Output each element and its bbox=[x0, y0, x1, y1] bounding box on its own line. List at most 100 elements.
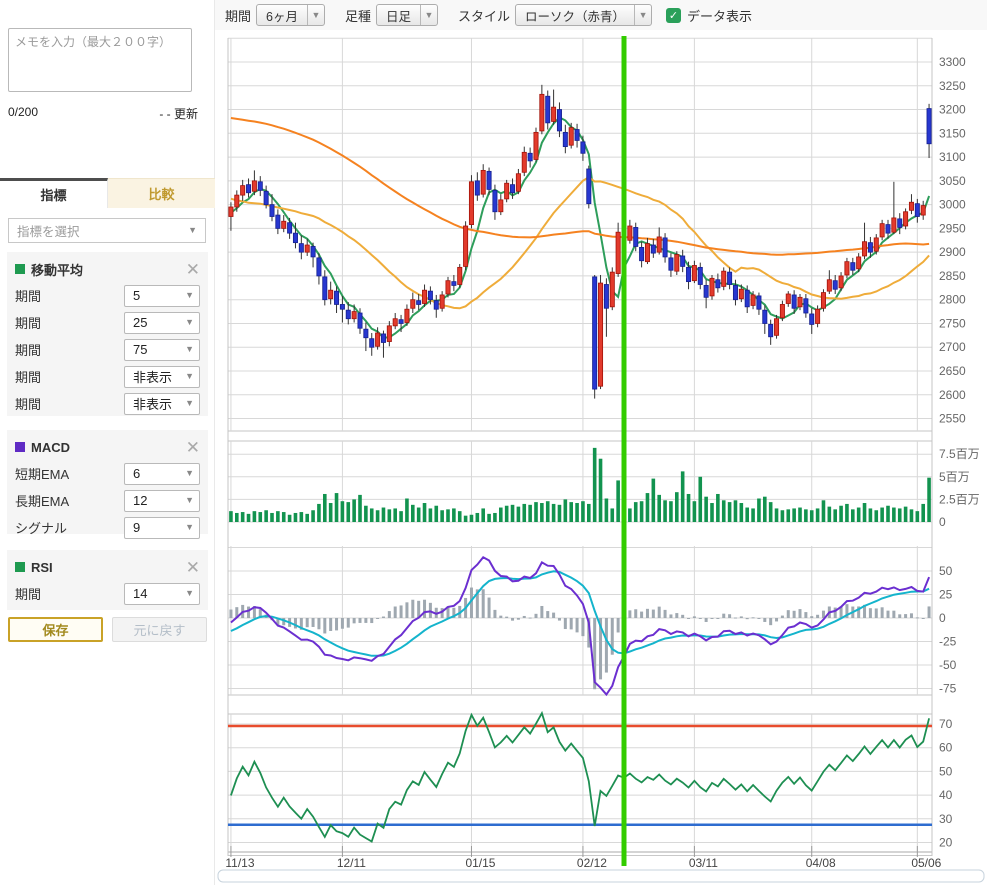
ma-period-1-select[interactable]: 5 ▼ bbox=[124, 285, 200, 307]
macd-histogram bbox=[229, 588, 930, 690]
ma-period-row-5: 期間 非表示 ▼ bbox=[15, 390, 200, 417]
chevron-down-icon: ▼ bbox=[185, 469, 194, 478]
svg-text:05/06: 05/06 bbox=[911, 856, 941, 870]
chart-toolbar: 期間 6ヶ月 ▼ 足種 日足 ▼ スタイル ローソク（赤青） ▼ ✓ データ表示 bbox=[215, 0, 987, 30]
rsi-period-row: 期間 14 ▼ bbox=[15, 580, 200, 607]
memo-update-link[interactable]: - - 更新 bbox=[159, 105, 198, 122]
svg-text:3150: 3150 bbox=[939, 126, 966, 140]
sidebar-tabs: 指標 比較 bbox=[0, 178, 215, 208]
memo-meta: 0/200 - - 更新 bbox=[8, 105, 198, 122]
svg-text:03/11: 03/11 bbox=[689, 856, 718, 870]
select-value: 12 bbox=[125, 493, 185, 508]
svg-text:2750: 2750 bbox=[939, 316, 966, 330]
svg-text:60: 60 bbox=[939, 741, 953, 755]
style-value: ローソク（赤青） bbox=[516, 6, 634, 25]
chevron-down-icon: ▼ bbox=[185, 523, 194, 532]
svg-text:3250: 3250 bbox=[939, 79, 966, 93]
svg-text:2550: 2550 bbox=[939, 412, 966, 426]
select-value: 75 bbox=[125, 342, 185, 357]
candles bbox=[229, 85, 931, 399]
chart-region: 期間 6ヶ月 ▼ 足種 日足 ▼ スタイル ローソク（赤青） ▼ ✓ データ表示… bbox=[215, 0, 987, 885]
bartype-value: 日足 bbox=[377, 6, 420, 25]
period-value: 6ヶ月 bbox=[257, 6, 307, 25]
range-scrollbar[interactable] bbox=[218, 870, 984, 882]
sidebar: 0/200 - - 更新 指標 比較 指標を選択 ▼ 移動平均 ✕ 期間 bbox=[0, 0, 215, 885]
svg-text:01/15: 01/15 bbox=[465, 856, 495, 870]
chevron-down-icon: ▼ bbox=[185, 318, 194, 327]
close-icon[interactable]: ✕ bbox=[186, 439, 200, 456]
bartype-dropdown[interactable]: 日足 ▼ bbox=[376, 4, 438, 26]
svg-text:11/13: 11/13 bbox=[225, 856, 254, 870]
close-icon[interactable]: ✕ bbox=[186, 261, 200, 278]
select-value: 5 bbox=[125, 288, 185, 303]
save-button[interactable]: 保存 bbox=[8, 617, 103, 642]
chevron-down-icon[interactable]: ▼ bbox=[634, 5, 651, 25]
period-label: 期間 bbox=[225, 6, 251, 25]
select-value: 6 bbox=[125, 466, 185, 481]
ma-period-5-select[interactable]: 非表示 ▼ bbox=[124, 393, 200, 415]
section-moving-average-header: 移動平均 ✕ bbox=[15, 256, 200, 282]
param-label: 期間 bbox=[15, 584, 41, 603]
indicator-select[interactable]: 指標を選択 ▼ bbox=[8, 218, 206, 243]
svg-text:2700: 2700 bbox=[939, 340, 966, 354]
svg-text:2800: 2800 bbox=[939, 293, 966, 307]
macd-slow-select[interactable]: 12 ▼ bbox=[124, 490, 200, 512]
svg-text:-50: -50 bbox=[939, 658, 957, 672]
period-dropdown[interactable]: 6ヶ月 ▼ bbox=[256, 4, 325, 26]
memo-input[interactable] bbox=[8, 28, 192, 92]
svg-text:40: 40 bbox=[939, 788, 953, 802]
param-label: 短期EMA bbox=[15, 464, 69, 483]
ma25-line bbox=[231, 177, 929, 308]
ma-period-row-3: 期間 75 ▼ bbox=[15, 336, 200, 363]
svg-text:5百万: 5百万 bbox=[939, 470, 970, 484]
ma-period-row-4: 期間 非表示 ▼ bbox=[15, 363, 200, 390]
svg-text:25: 25 bbox=[939, 588, 953, 602]
svg-text:3200: 3200 bbox=[939, 103, 966, 117]
macd-fast-select[interactable]: 6 ▼ bbox=[124, 463, 200, 485]
rsi-period-select[interactable]: 14 ▼ bbox=[124, 583, 200, 605]
svg-text:04/08: 04/08 bbox=[806, 856, 836, 870]
chevron-down-icon[interactable]: ▼ bbox=[420, 5, 437, 25]
chevron-down-icon: ▼ bbox=[185, 496, 194, 505]
close-icon[interactable]: ✕ bbox=[186, 559, 200, 576]
ma-period-4-select[interactable]: 非表示 ▼ bbox=[124, 366, 200, 388]
sidebar-buttons: 保存 元に戻す bbox=[8, 617, 207, 642]
select-value: 非表示 bbox=[125, 367, 185, 386]
section-moving-average: 移動平均 ✕ 期間 5 ▼ 期間 25 ▼ 期間 75 bbox=[7, 252, 208, 416]
data-display-checkbox[interactable]: ✓ bbox=[666, 8, 681, 23]
svg-text:02/12: 02/12 bbox=[577, 856, 607, 870]
param-label: 期間 bbox=[15, 340, 41, 359]
svg-text:2900: 2900 bbox=[939, 245, 966, 259]
stock-chart[interactable]: 3300325032003150310030503000295029002850… bbox=[215, 30, 987, 885]
svg-text:2850: 2850 bbox=[939, 269, 966, 283]
macd-signal-select[interactable]: 9 ▼ bbox=[124, 517, 200, 539]
select-value: 25 bbox=[125, 315, 185, 330]
tab-compare[interactable]: 比較 bbox=[108, 178, 215, 208]
tab-indicators[interactable]: 指標 bbox=[0, 178, 108, 208]
param-label: 期間 bbox=[15, 286, 41, 305]
select-value: 9 bbox=[125, 520, 185, 535]
memo-char-counter: 0/200 bbox=[8, 105, 38, 122]
style-dropdown[interactable]: ローソク（赤青） ▼ bbox=[515, 4, 652, 26]
macd-signal-row: シグナル 9 ▼ bbox=[15, 514, 200, 541]
style-label: スタイル bbox=[458, 6, 510, 25]
ma-period-2-select[interactable]: 25 ▼ bbox=[124, 312, 200, 334]
svg-text:2650: 2650 bbox=[939, 364, 966, 378]
chevron-down-icon: ▼ bbox=[185, 345, 194, 354]
reset-button[interactable]: 元に戻す bbox=[112, 617, 207, 642]
svg-text:3100: 3100 bbox=[939, 150, 966, 164]
chevron-down-icon: ▼ bbox=[185, 399, 194, 408]
select-value: 14 bbox=[125, 586, 185, 601]
svg-text:3050: 3050 bbox=[939, 174, 966, 188]
svg-text:12/11: 12/11 bbox=[337, 856, 366, 870]
param-label: 期間 bbox=[15, 367, 41, 386]
volume-bars bbox=[229, 448, 931, 522]
svg-text:0: 0 bbox=[939, 611, 946, 625]
param-label: 期間 bbox=[15, 394, 41, 413]
ma-period-3-select[interactable]: 75 ▼ bbox=[124, 339, 200, 361]
chevron-down-icon[interactable]: ▼ bbox=[307, 5, 324, 25]
svg-text:70: 70 bbox=[939, 717, 953, 731]
chevron-down-icon: ▼ bbox=[185, 291, 194, 300]
svg-text:-25: -25 bbox=[939, 635, 957, 649]
section-rsi: RSI ✕ 期間 14 ▼ bbox=[7, 550, 208, 610]
